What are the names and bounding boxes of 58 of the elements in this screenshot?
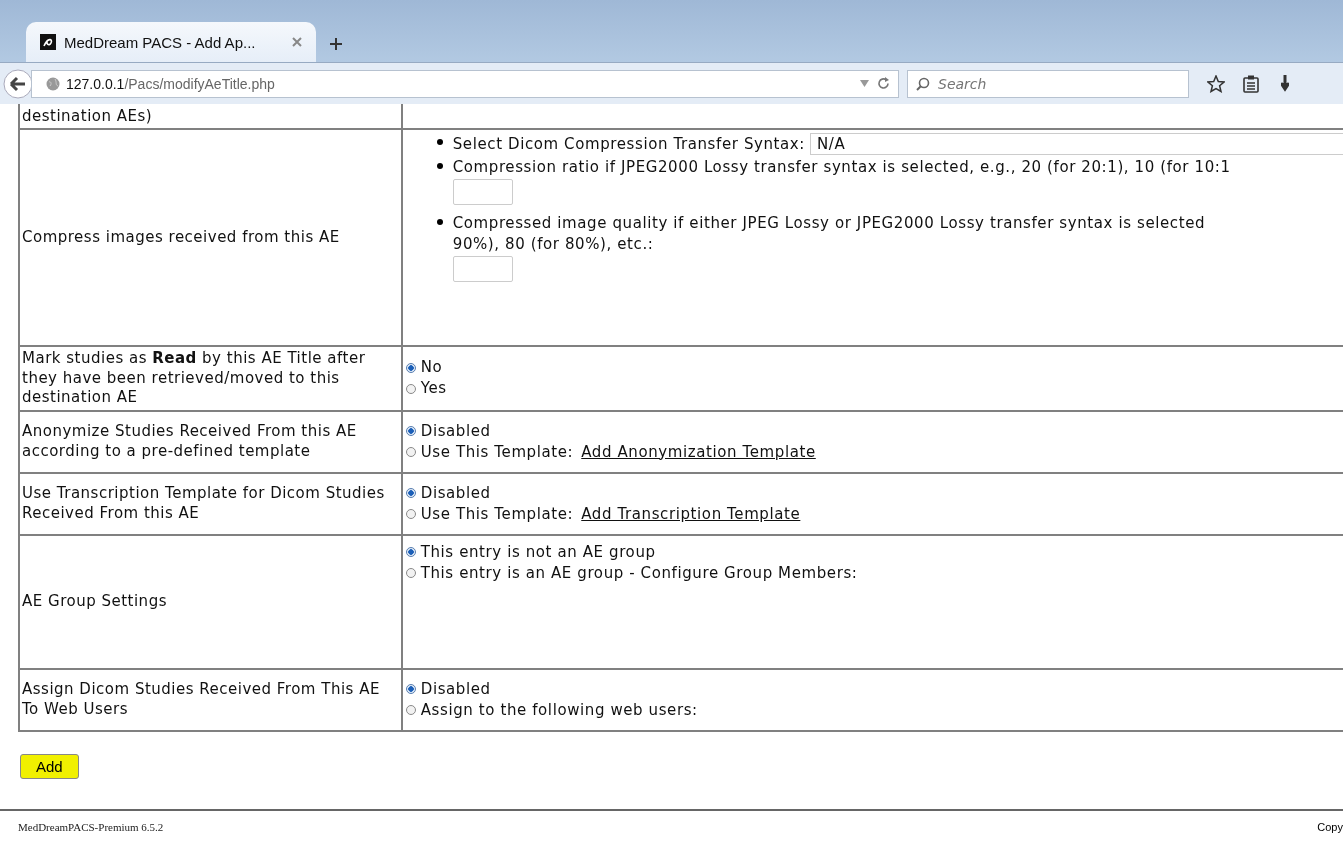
radio-button[interactable]: [405, 488, 416, 498]
star-icon[interactable]: [1207, 74, 1225, 93]
radio-button[interactable]: [405, 705, 416, 715]
template-link[interactable]: Add Transcription Template: [581, 503, 801, 525]
radio-button[interactable]: [405, 383, 416, 394]
option-label: Use This Template:: [420, 441, 574, 463]
input-field[interactable]: [452, 179, 513, 206]
copyright-text: Copy: [1317, 820, 1343, 833]
option-label: Disabled: [420, 420, 491, 442]
option-label: Assign to the following web users:: [420, 699, 698, 721]
option-label: No: [420, 357, 443, 379]
option-label: Use This Template:: [420, 503, 574, 525]
row-label: Assign Dicom Studies Received From This AE To Web Users: [22, 680, 381, 719]
bullet-icon[interactable]: [436, 139, 443, 145]
field-label: Compression ratio if JPEG2000 Lossy transfer syntax is selected, e.g., 20 (for 20:1), 10 (for 10:1: [452, 157, 1231, 178]
download-icon[interactable]: [1281, 74, 1289, 93]
url-host: 127.0.0.1: [66, 75, 125, 92]
radio-button[interactable]: [405, 547, 416, 557]
dropdown-icon[interactable]: [860, 80, 869, 87]
browser-tab[interactable]: MedDream PACS - Add Ap...: [26, 22, 316, 62]
row-label: Mark studies as Read by this AE Title after they have been retrieved/moved to this destination AE: [22, 349, 367, 408]
row-label: Use Transcription Template for Dicom Studies Received From this AE: [22, 484, 386, 523]
close-icon[interactable]: [292, 37, 302, 47]
option-label: Disabled: [420, 482, 491, 504]
bullet-icon[interactable]: [436, 163, 443, 169]
add-button[interactable]: Add: [20, 753, 79, 779]
row-label: destination AEs): [22, 106, 153, 126]
row-label: Compress images received from this AE: [22, 227, 340, 248]
radio-button[interactable]: [405, 426, 416, 436]
radio-button[interactable]: [405, 362, 416, 373]
reload-icon[interactable]: [877, 77, 890, 90]
radio-button[interactable]: [405, 684, 416, 694]
radio-button[interactable]: [405, 568, 416, 578]
app-logo-icon[interactable]: [40, 34, 56, 50]
radio-button[interactable]: [405, 509, 416, 519]
template-link[interactable]: Add Anonymization Template: [581, 441, 816, 463]
reading-list-icon[interactable]: [1243, 74, 1259, 93]
row-label: Anonymize Studies Received From this AE according to a pre-defined template: [22, 422, 358, 461]
input-field[interactable]: [452, 255, 513, 282]
field-label: Select Dicom Compression Transfer Syntax:: [452, 133, 805, 155]
option-label: This entry is an AE group - Configure Group Members:: [420, 562, 858, 584]
field-label: Compressed image quality if either JPEG Lossy or JPEG2000 Lossy transfer syntax is selected 90%), 80 (for 80%), etc.:: [452, 213, 1206, 254]
globe-icon[interactable]: [46, 76, 60, 91]
row-label: AE Group Settings: [22, 591, 167, 612]
new-tab-icon[interactable]: [330, 38, 342, 50]
url-path: /Pacs/modifyAeTitle.php: [124, 75, 275, 92]
back-icon[interactable]: [3, 68, 33, 99]
bullet-icon[interactable]: [436, 219, 443, 226]
option-label: Disabled: [420, 678, 491, 700]
option-label: Yes: [420, 378, 447, 400]
search-box[interactable]: Search: [907, 69, 1189, 98]
address-bar[interactable]: 127.0.0.1/Pacs/modifyAeTitle.php: [31, 69, 899, 98]
tab-title: MedDream PACS - Add Ap...: [64, 33, 257, 51]
syntax-select[interactable]: N/A: [810, 133, 1343, 155]
search-icon[interactable]: [916, 76, 930, 91]
radio-button[interactable]: [405, 447, 416, 457]
version-text: MedDreamPACS-Premium 6.5.2: [18, 820, 164, 833]
option-label: This entry is not an AE group: [420, 541, 656, 563]
